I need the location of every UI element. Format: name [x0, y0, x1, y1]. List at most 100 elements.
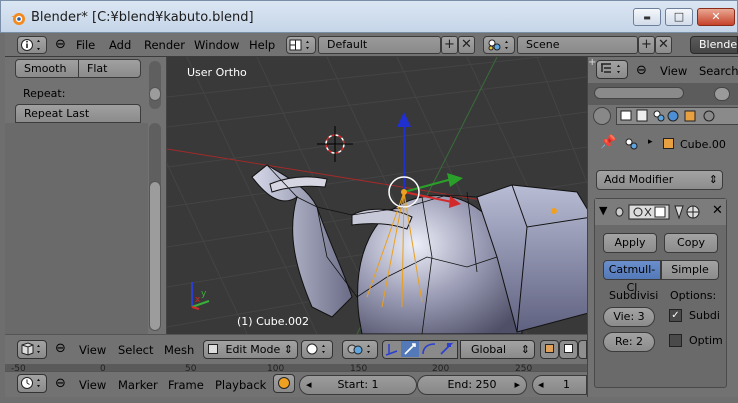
cube-outline-icon — [564, 344, 573, 353]
outliner-scroll-thumb[interactable] — [714, 87, 730, 101]
properties-editor-type-button[interactable] — [593, 107, 611, 125]
3d-cursor-icon — [317, 126, 353, 162]
copy-modifier-button[interactable]: Copy — [664, 233, 718, 253]
subdivide-uvs-label: Subdi — [689, 309, 720, 322]
expand-triangle-icon[interactable]: ▼ — [599, 204, 607, 217]
menu-add[interactable]: Add — [109, 38, 131, 52]
viewport-canvas[interactable] — [167, 57, 587, 334]
menu-render[interactable]: Render — [144, 38, 185, 52]
close-button[interactable]: ✕ — [697, 8, 735, 26]
tool-scroll-track-top[interactable] — [149, 61, 161, 109]
manipulator-icons — [385, 341, 454, 358]
minimize-button[interactable]: ▬ — [633, 8, 661, 26]
layer-button-1[interactable] — [540, 340, 559, 359]
view-menu-mesh[interactable]: Mesh — [164, 343, 194, 357]
transform-orientation-selector[interactable]: Global ⇕ — [460, 340, 535, 359]
axis-x-label: x — [195, 295, 201, 305]
increment-arrow-icon: ▸ — [514, 378, 520, 391]
layout-name-field[interactable]: Default — [318, 36, 441, 54]
simple-option[interactable]: Simple — [661, 260, 719, 280]
view-levels-field[interactable]: Vie: 3 — [603, 307, 655, 327]
current-frame-label: 1 — [563, 378, 570, 391]
manipulator-toggles[interactable] — [382, 340, 458, 359]
remove-modifier-icon[interactable]: ✕ — [712, 203, 723, 218]
maximize-icon: □ — [673, 10, 685, 23]
menu-window[interactable]: Window — [194, 38, 239, 52]
outliner-area[interactable] — [588, 83, 738, 105]
properties-tab-icons — [620, 109, 715, 122]
maximize-button[interactable]: □ — [665, 8, 693, 26]
timeline-menu-frame[interactable]: Frame — [168, 378, 204, 392]
options-heading: Options: — [670, 289, 717, 302]
shade-flat-button[interactable]: Flat — [78, 59, 141, 78]
decrement-arrow-icon: ◂ — [306, 378, 312, 391]
collapse-view-menus-icon[interactable]: ⊖ — [55, 341, 66, 356]
3d-viewport[interactable]: User Ortho (1) Cube.002 y x — [167, 57, 587, 334]
end-frame-field[interactable]: End: 250 ▸ — [417, 375, 527, 395]
timeline-menu-marker[interactable]: Marker — [118, 378, 158, 392]
tool-scroll-thumb[interactable] — [149, 181, 161, 331]
add-layout-button[interactable]: + — [441, 36, 458, 54]
outliner-menu-search[interactable]: Search — [699, 64, 738, 78]
pin-icon[interactable]: 📌 — [600, 135, 616, 150]
shade-smooth-button[interactable]: Smooth — [15, 59, 79, 78]
preview-range-toggle[interactable] — [273, 374, 295, 393]
repeat-last-button[interactable]: Repeat Last — [15, 104, 141, 123]
scene-name-field[interactable]: Scene — [517, 36, 638, 54]
timeline-menu-view[interactable]: View — [79, 378, 106, 392]
modifier-header: ▼ ✕ — [595, 199, 726, 225]
outliner-editor-type-button[interactable] — [596, 60, 628, 79]
apply-modifier-button[interactable]: Apply — [603, 233, 657, 253]
current-frame-field[interactable]: ◂ 1 — [532, 375, 587, 395]
render-engine-selector[interactable]: Blende — [690, 36, 738, 54]
window-titlebar: Blender* [C:¥blend¥kabuto.blend] ▬ □ ✕ — [0, 0, 738, 33]
tool-scroll-thumb-top[interactable] — [149, 87, 161, 101]
collapse-outliner-menus-icon[interactable]: ⊖ — [636, 63, 647, 78]
view-menu-view[interactable]: View — [79, 343, 106, 357]
view-menu-select[interactable]: Select — [118, 343, 153, 357]
view-name-label: User Ortho — [187, 66, 247, 79]
layer-button-2[interactable] — [559, 340, 578, 359]
optimal-display-checkbox[interactable] — [669, 334, 682, 347]
properties-tab-strip[interactable] — [616, 107, 738, 125]
mode-selector[interactable]: Edit Mode ⇕ — [203, 340, 298, 359]
chevron-updown-icon: ⇕ — [283, 343, 293, 356]
mode-label: Edit Mode — [225, 343, 281, 356]
tool-shelf-empty — [5, 123, 148, 334]
menu-help[interactable]: Help — [249, 38, 275, 52]
catmull-clark-option[interactable]: Catmull-Cl — [603, 260, 661, 294]
transform-manipulator[interactable] — [388, 112, 463, 208]
scene-selector[interactable] — [483, 36, 515, 54]
viewport-shading-selector[interactable] — [301, 340, 333, 359]
collapse-timeline-menus-icon[interactable]: ⊖ — [55, 376, 66, 391]
add-scene-button[interactable]: + — [638, 36, 655, 54]
add-modifier-button[interactable]: Add Modifier ⇕ — [596, 170, 723, 190]
timeline-editor-type-button[interactable] — [17, 374, 47, 393]
timeline-header: ⊖ View Marker Frame Playback ◂ Start: 1 … — [5, 371, 587, 397]
pivot-point-selector[interactable] — [342, 340, 378, 359]
modifier-icons[interactable] — [613, 203, 717, 221]
layer-button-3[interactable] — [578, 340, 587, 359]
timeline-menu-playback[interactable]: Playback — [215, 378, 266, 392]
screen-layout-selector[interactable] — [286, 36, 316, 54]
plus-icon: + — [641, 37, 652, 52]
clock-icon — [21, 377, 40, 389]
optimal-display-label: Optim — [689, 334, 723, 347]
outliner-menu-view[interactable]: View — [660, 64, 687, 78]
subdivide-uvs-checkbox[interactable]: ✓ — [669, 309, 682, 322]
editor-type-button[interactable] — [17, 36, 47, 54]
collapse-menus-icon[interactable]: ⊖ — [55, 37, 66, 52]
beetle-horn — [251, 164, 353, 318]
render-levels-field[interactable]: Re: 2 — [603, 332, 655, 352]
remove-layout-button[interactable]: ✕ — [458, 36, 475, 54]
panel-plus-icon[interactable]: + — [588, 57, 596, 68]
outliner-scrollbar[interactable] — [594, 87, 684, 99]
view-editor-type-button[interactable] — [17, 340, 47, 359]
menu-file[interactable]: File — [76, 38, 95, 52]
remove-scene-button[interactable]: ✕ — [655, 36, 672, 54]
timeline-ruler[interactable]: -50 0 50 100 150 200 250 — [5, 364, 587, 374]
x-icon: ✕ — [658, 37, 669, 52]
start-frame-field[interactable]: ◂ Start: 1 — [299, 375, 417, 395]
info-header: ⊖ File Add Render Window Help Default + … — [5, 33, 738, 57]
scene-icon — [488, 39, 508, 51]
